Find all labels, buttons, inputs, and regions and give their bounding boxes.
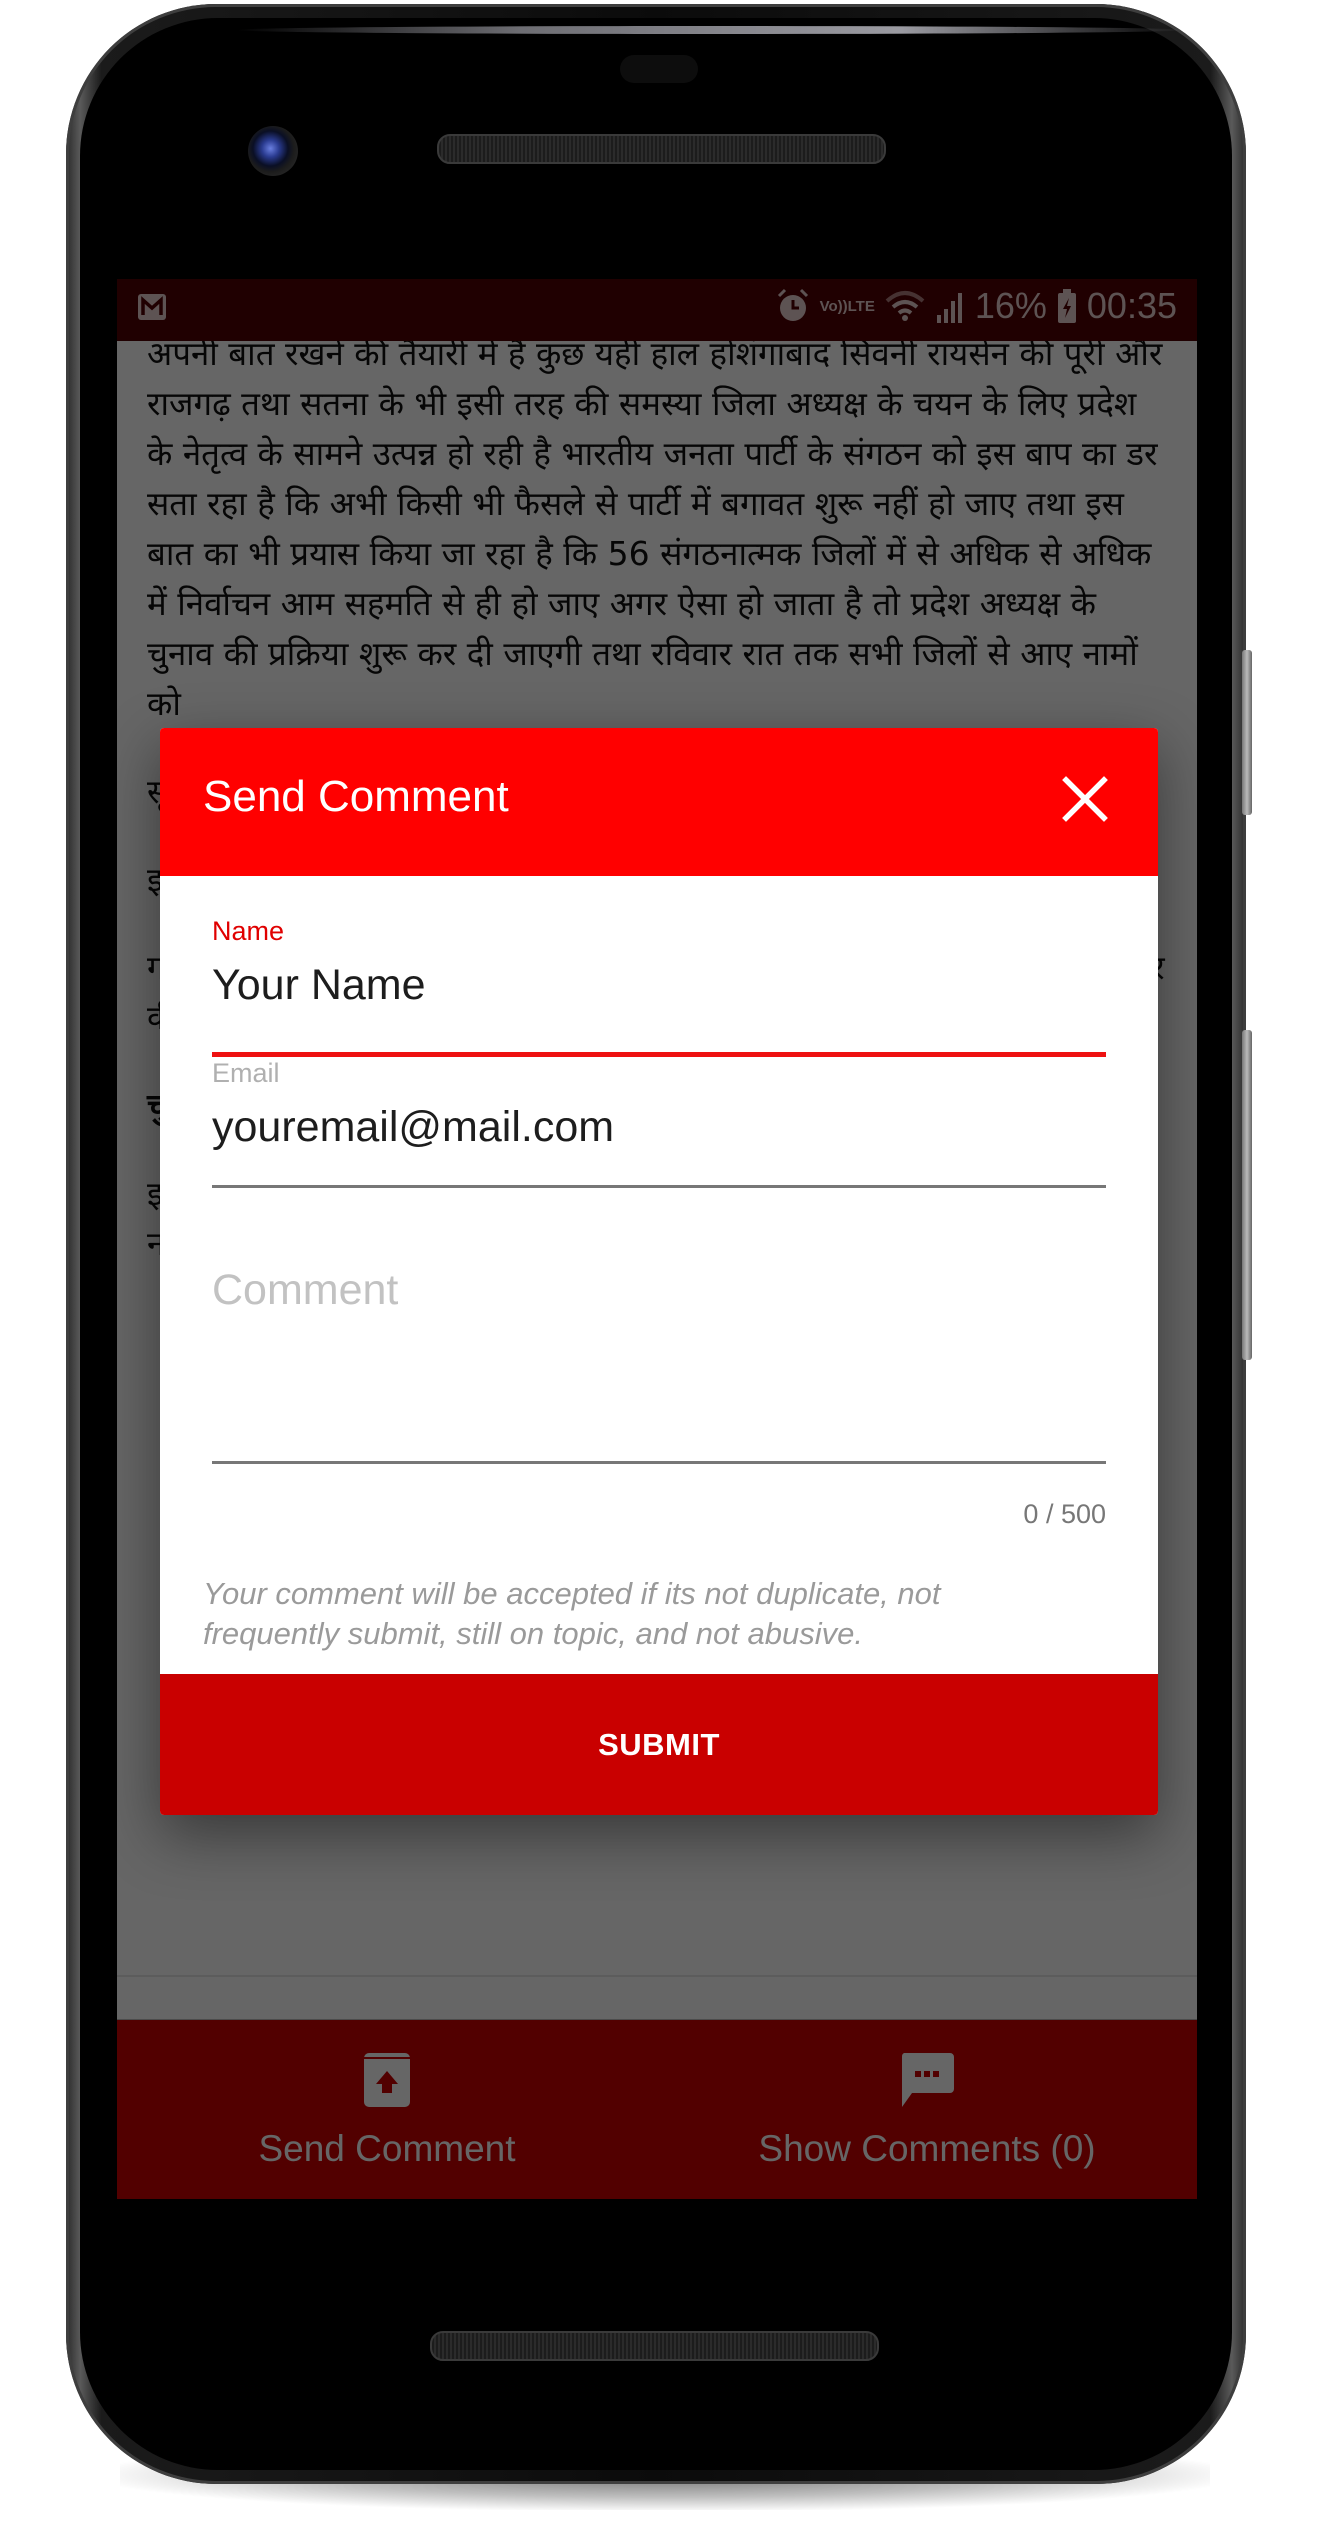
email-underline [212, 1185, 1106, 1188]
dialog-header: Send Comment [160, 728, 1158, 876]
submit-button[interactable]: SUBMIT [160, 1674, 1158, 1815]
close-icon [1062, 776, 1108, 822]
phone-screen: Vo)) LTE 16% 00:35 अपनी बात रखने की तैया… [117, 279, 1197, 2199]
phone-glare [236, 26, 1186, 34]
comment-policy-notice: Your comment will be accepted if its not… [203, 1576, 941, 1651]
comment-underline [212, 1461, 1106, 1464]
email-input[interactable]: youremail@mail.com [212, 1103, 1106, 1152]
email-label: Email [212, 1058, 280, 1088]
email-field[interactable]: Email youremail@mail.com [212, 1058, 1106, 1218]
power-button [1242, 1030, 1252, 1360]
name-label: Name [212, 916, 285, 946]
front-camera [248, 126, 298, 176]
name-input[interactable]: Your Name [212, 961, 1106, 1010]
proximity-sensor [620, 55, 698, 83]
character-counter: 0 / 500 [1023, 1499, 1106, 1529]
close-button[interactable] [1060, 774, 1110, 824]
name-underline [212, 1052, 1106, 1057]
dialog-title: Send Comment [203, 772, 509, 821]
comment-field[interactable]: Comment [212, 1256, 1106, 1506]
send-comment-dialog: Send Comment Name Your Name Email yourem… [160, 728, 1158, 1815]
volume-button [1242, 650, 1252, 815]
name-field[interactable]: Name Your Name [212, 916, 1106, 1066]
comment-input[interactable]: Comment [212, 1266, 1106, 1315]
bottom-speaker [430, 2331, 879, 2361]
top-speaker [437, 134, 886, 164]
